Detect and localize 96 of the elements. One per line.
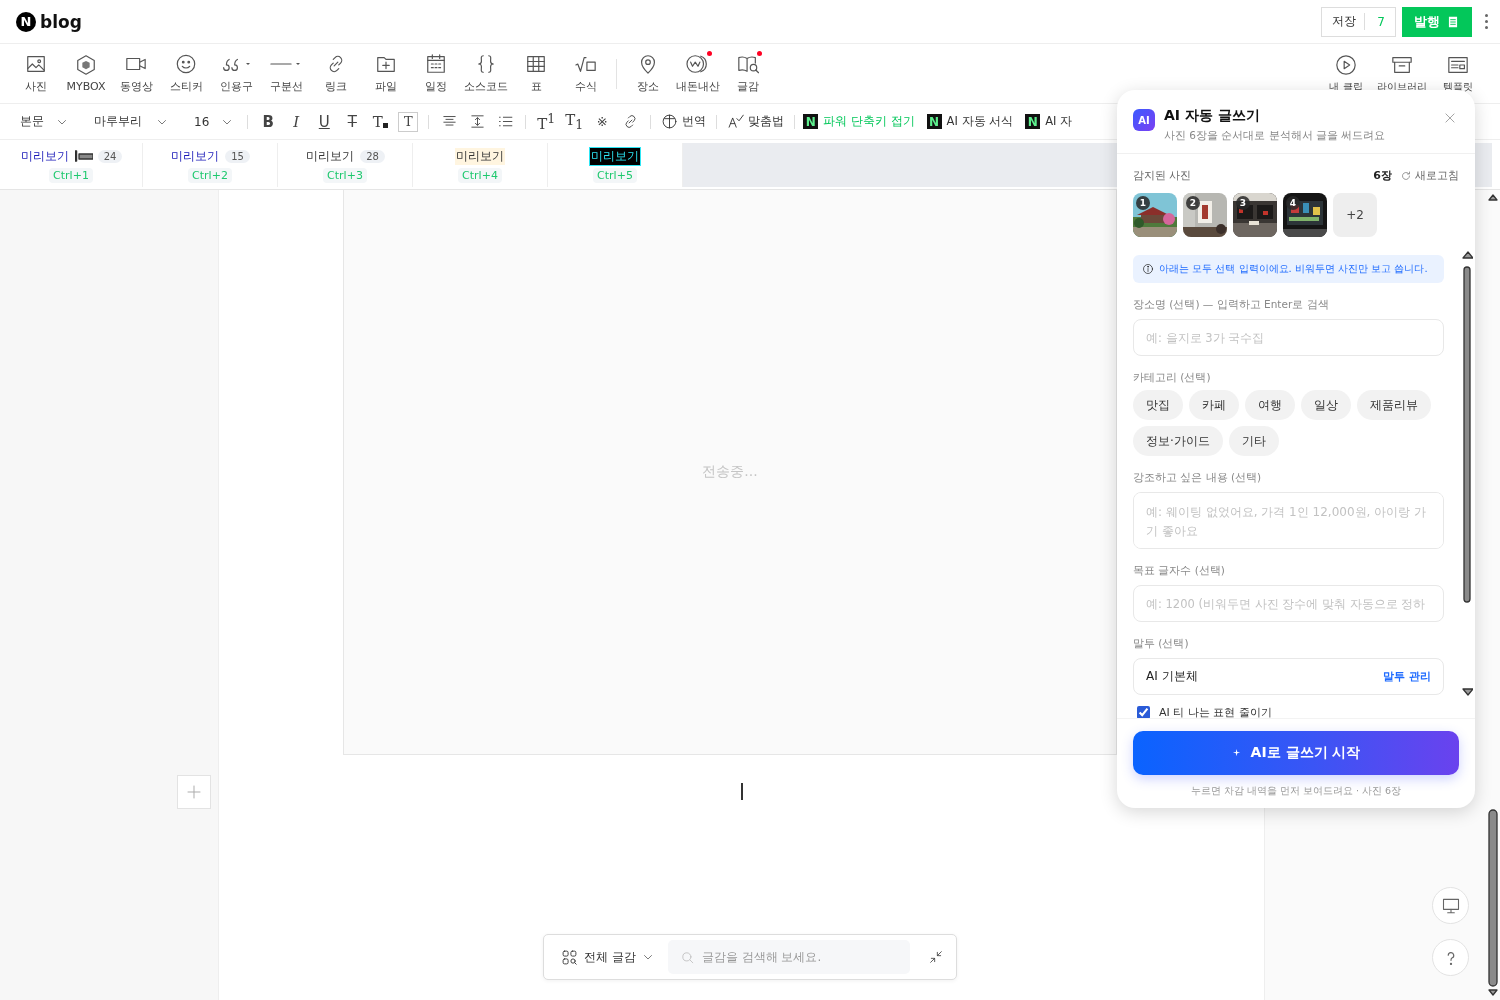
toolbar-button[interactable]: 인용구 — [211, 53, 261, 94]
plugin-button[interactable]: N AI 자 — [1023, 114, 1075, 129]
close-icon — [1443, 111, 1457, 125]
toolbar-button[interactable]: 사진 — [11, 53, 61, 94]
checkbox[interactable] — [1137, 706, 1150, 718]
search-field[interactable]: 글감을 검색해 보세요. — [667, 940, 910, 974]
tone-manage-link[interactable]: 말투 관리 — [1383, 669, 1431, 684]
text-field[interactable]: 예: 을지로 3가 국수집 — [1133, 319, 1444, 356]
toolbar-button[interactable]: 구분선 — [261, 53, 311, 94]
ai-badge: AI — [1133, 109, 1155, 131]
toolbar-button[interactable]: 내돈내산 — [673, 53, 723, 94]
format-dropdown[interactable]: 16 — [186, 114, 242, 129]
toolbar-button[interactable]: 소스코드 — [461, 53, 511, 94]
category-chip[interactable]: 일상 — [1301, 390, 1351, 420]
preview-tab[interactable]: 미리보기 15 Ctrl+2 — [143, 143, 278, 187]
info-icon — [1142, 263, 1154, 275]
section-label: 감지된 사진 — [1133, 168, 1193, 183]
translate-icon — [661, 113, 679, 130]
table-icon — [525, 53, 547, 75]
template-icon — [1447, 54, 1469, 76]
save-button[interactable]: 저장 7 — [1321, 6, 1396, 37]
toolbar-button[interactable]: 스티커 — [161, 53, 211, 94]
smiley-icon — [175, 53, 197, 75]
category-filter-button[interactable]: 전체 글감 — [561, 948, 654, 966]
toolbar-button[interactable]: 동영상 — [111, 53, 161, 94]
calendar-icon — [425, 53, 447, 75]
spellcheck-icon — [727, 113, 745, 130]
field-label: 말투 (선택) — [1133, 637, 1190, 651]
toolbar-button[interactable]: 링크 — [311, 53, 361, 94]
panel-subtitle: 사진 6장을 순서대로 분석해서 글을 써드려요 — [1164, 129, 1387, 143]
category-chip[interactable]: 맛집 — [1133, 390, 1183, 420]
toolbar-button[interactable]: 파일 — [361, 53, 411, 94]
category-chip[interactable]: 카페 — [1189, 390, 1239, 420]
format-dropdown[interactable]: 마루부리 — [86, 113, 176, 130]
grid-search-icon — [561, 948, 578, 966]
search-icon — [679, 950, 695, 965]
plugin-button[interactable]: N AI 자동 서식 — [924, 114, 1016, 129]
close-button[interactable] — [1443, 111, 1457, 125]
cube-icon — [75, 54, 97, 76]
format-dropdown[interactable]: 본문 — [12, 113, 76, 130]
underline-button[interactable]: U — [310, 109, 339, 134]
spellcheck-button[interactable]: 맞춤법 — [723, 113, 789, 130]
category-chip[interactable]: 제품리뷰 — [1357, 390, 1431, 420]
superscript-button[interactable]: T$^{1}$ — [532, 109, 561, 134]
blog-logo[interactable]: N blog — [16, 11, 82, 32]
category-chip[interactable]: 정보·가이드 — [1133, 426, 1223, 456]
notice-text: 아래는 모두 선택 입력이에요. 비워두면 사진만 보고 씁니다. — [1159, 262, 1428, 276]
text-cursor — [741, 783, 743, 800]
subscript-button[interactable]: T$_{1}$ — [560, 109, 589, 134]
toolbar-button[interactable]: 글감 — [723, 53, 773, 94]
footnote: 누르면 차감 내역을 먼저 보여드려요 · 사진 6장 — [1190, 785, 1402, 798]
toolbar-button[interactable]: 표 — [511, 53, 561, 94]
text-color-button[interactable]: T — [366, 109, 395, 134]
line-height-icon — [468, 113, 486, 130]
book-search-icon — [737, 53, 759, 75]
field-label: 장소명 (선택) — 입력하고 Enter로 검색 — [1133, 298, 1330, 312]
document-icon — [1446, 14, 1460, 29]
translate-button[interactable]: 번역 — [657, 113, 711, 130]
category-chip[interactable]: 기타 — [1228, 426, 1279, 456]
preview-tab[interactable]: 미리보기 24 Ctrl+1 — [0, 143, 143, 187]
toolbar-button[interactable]: 수식 — [561, 53, 611, 94]
plus-icon — [185, 783, 203, 801]
strikethrough-button[interactable]: T — [338, 109, 367, 134]
more-photos-button[interactable]: +2 — [1333, 193, 1377, 237]
start-writing-button[interactable]: AI로 글쓰기 시작 — [1133, 731, 1459, 775]
preview-tab[interactable]: 미리보기 28 Ctrl+3 — [278, 143, 413, 187]
field-label: 목표 글자수 (선택) — [1133, 564, 1226, 578]
archive-box-icon — [1391, 54, 1413, 76]
text-field[interactable]: 예: 1200 (비워두면 사진 장수에 맞춰 자동으로 정하 — [1133, 585, 1444, 622]
toolbar-button[interactable]: MYBOX — [61, 54, 111, 93]
bold-button[interactable]: B — [254, 109, 283, 134]
refresh-button[interactable]: 새로고침 — [1400, 168, 1459, 183]
toolbar-button[interactable]: 라이브러리 — [1374, 54, 1430, 94]
panel-title: AI 자동 글쓰기 — [1164, 107, 1261, 125]
toolbar-button[interactable]: 장소 — [623, 53, 673, 94]
sparkle-icon — [1231, 747, 1243, 759]
category-chip[interactable]: 여행 — [1245, 390, 1295, 420]
collapse-arrows-icon — [928, 949, 944, 965]
tone-select[interactable]: AI 기본체 말투 관리 — [1133, 658, 1444, 695]
horizontal-line-icon — [270, 62, 292, 66]
preview-tab[interactable]: 미리보기 Ctrl+5 — [548, 143, 683, 187]
collapse-button[interactable] — [928, 949, 944, 965]
preview-tab[interactable]: 미리보기 Ctrl+4 — [413, 143, 548, 187]
play-circle-icon — [1335, 54, 1357, 76]
italic-button[interactable]: I — [282, 109, 311, 134]
checkbox-label: AI 티 나는 표현 줄이기 — [1159, 705, 1272, 718]
refresh-icon — [1400, 169, 1412, 182]
photo-count: 6장 — [1373, 168, 1392, 183]
image-icon — [25, 53, 47, 75]
field-label: 카테고리 (선택) — [1133, 371, 1212, 385]
special-character-button[interactable]: ※ — [588, 109, 617, 134]
field-label: 강조하고 싶은 내용 (선택) — [1133, 471, 1263, 485]
plugin-button[interactable]: N 파워 단축키 접기 — [801, 114, 917, 129]
background-color-button[interactable]: T — [398, 111, 419, 132]
toolbar-button[interactable]: 일정 — [411, 53, 461, 94]
braces-icon — [475, 53, 497, 75]
